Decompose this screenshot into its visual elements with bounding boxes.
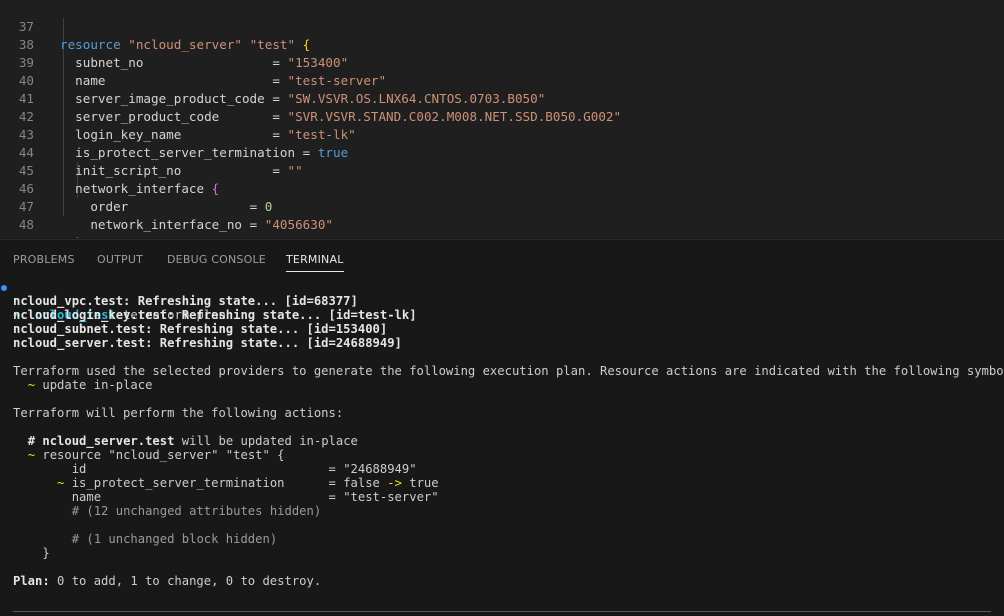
plan-label: Plan:: [13, 574, 50, 588]
code-line[interactable]: 37 resource "ncloud_server" "test" {: [0, 0, 1004, 52]
symbol-text: update in-place: [42, 378, 153, 392]
tab-output[interactable]: OUTPUT: [97, 251, 143, 269]
change-arrow-icon: ->: [387, 476, 402, 490]
code-line[interactable]: 46 order = 0: [0, 162, 1004, 214]
code-line[interactable]: 44 init_script_no = "": [0, 126, 1004, 178]
refresh-line: ncloud_login_key.test: Refreshing state.…: [13, 308, 417, 322]
attr-line: name = "test-server": [13, 490, 439, 504]
code-line[interactable]: 48 }: [0, 198, 1004, 238]
plan-intro: Terraform used the selected providers to…: [13, 364, 1004, 378]
comment-text: will be updated in-place: [181, 434, 358, 448]
tab-debug-console[interactable]: DEBUG CONSOLE: [167, 251, 266, 269]
update-symbol: ~: [27, 448, 36, 462]
attr-line: # (1 unchanged block hidden): [13, 532, 277, 546]
plan-text: 0 to add, 1 to change, 0 to destroy.: [49, 574, 322, 588]
tab-problems[interactable]: PROBLEMS: [13, 251, 75, 269]
code-line[interactable]: 42 login_key_name = "test-lk": [0, 90, 1004, 142]
refresh-line: ncloud_server.test: Refreshing state... …: [13, 336, 402, 350]
update-symbol: ~: [27, 378, 36, 392]
panel-tabs: PROBLEMS OUTPUT DEBUG CONSOLE TERMINAL: [0, 240, 1004, 276]
code-line[interactable]: 41 server_product_code = "SVR.VSVR.STAND…: [0, 72, 1004, 124]
bottom-panel: PROBLEMS OUTPUT DEBUG CONSOLE TERMINAL ➜…: [0, 239, 1004, 616]
symbol-legend: ~ update in-place: [13, 378, 153, 392]
refresh-line: ncloud_subnet.test: Refreshing state... …: [13, 322, 388, 336]
attr-line: id = "24688949": [13, 462, 417, 476]
attr-line: ~ is_protect_server_termination = false …: [13, 476, 439, 490]
line-number: 49: [0, 234, 34, 238]
hidden-block: # (1 unchanged block hidden): [71, 532, 278, 546]
attr-name: name = "test-server": [71, 490, 439, 504]
attr-protect-old: = false: [328, 476, 388, 490]
close-brace: }: [42, 546, 50, 560]
brace: }: [75, 235, 83, 238]
code-line[interactable]: 49 }: [0, 216, 1004, 238]
plan-summary: Plan: 0 to add, 1 to change, 0 to destro…: [13, 574, 321, 588]
resource-declaration: resource "ncloud_server" "test" {: [42, 448, 285, 462]
attr-protect-new: true: [401, 476, 439, 490]
attr-line: # (12 unchanged attributes hidden): [13, 504, 321, 518]
divider: [13, 611, 991, 612]
terminal-output[interactable]: ➜ ncloud_test terraform plan ncloud_vpc.…: [0, 276, 1004, 606]
attr-id: id = "24688949": [71, 462, 417, 476]
prompt-status-dot-icon: [1, 285, 7, 291]
refresh-line: ncloud_vpc.test: Refreshing state... [id…: [13, 294, 358, 308]
close-line: }: [13, 546, 50, 560]
comment-hash: #: [27, 434, 36, 448]
code-line[interactable]: 40 server_image_product_code = "SW.VSVR.…: [0, 54, 1004, 106]
code-line[interactable]: 38 subnet_no = "153400": [0, 18, 1004, 70]
code-line[interactable]: 45 network_interface {: [0, 144, 1004, 196]
resource-comment: # ncloud_server.test will be updated in-…: [13, 434, 358, 448]
code-line[interactable]: 47 network_interface_no = "4056630": [0, 180, 1004, 232]
resource-address: ncloud_server.test: [42, 434, 175, 448]
update-symbol: ~: [57, 476, 65, 490]
tab-terminal[interactable]: TERMINAL: [286, 251, 344, 272]
code-line[interactable]: 43 is_protect_server_termination = true: [0, 108, 1004, 160]
attr-protect-key: is_protect_server_termination: [71, 476, 329, 490]
resource-line: ~ resource "ncloud_server" "test" {: [13, 448, 285, 462]
prompt-line: ➜ ncloud_test terraform plan: [0, 280, 1004, 322]
perform-line: Terraform will perform the following act…: [13, 406, 344, 420]
hidden-attributes: # (12 unchanged attributes hidden): [71, 504, 322, 518]
code-editor[interactable]: 37 resource "ncloud_server" "test" { 38 …: [0, 0, 1004, 238]
code-line[interactable]: 39 name = "test-server": [0, 36, 1004, 88]
